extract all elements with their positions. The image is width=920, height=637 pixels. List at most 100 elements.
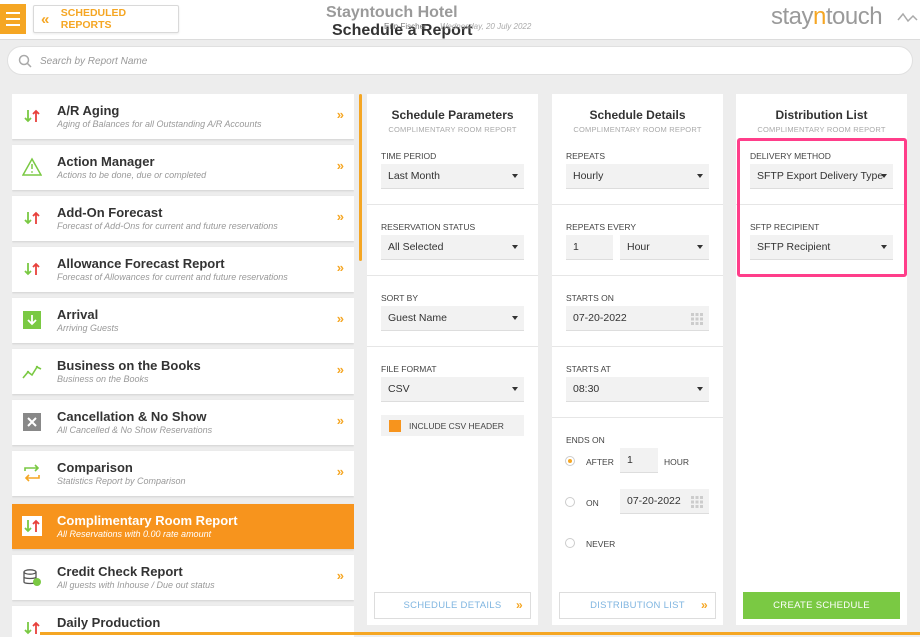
panel-title: Distribution List <box>775 108 868 122</box>
report-name: Daily Production <box>57 615 161 630</box>
report-name: Action Manager <box>57 154 155 169</box>
double-chevron-right-icon: » <box>336 209 344 224</box>
sort-by-label: SORT BY <box>381 293 419 303</box>
ends-after-radio[interactable] <box>565 456 575 466</box>
reservation-status-select[interactable]: All Selected <box>381 235 524 260</box>
ends-on-date-input[interactable]: 07-20-2022 <box>620 489 709 514</box>
report-item-allowance-forecast[interactable]: Allowance Forecast Report Forecast of Al… <box>12 247 354 292</box>
trend-chart-icon <box>22 365 42 379</box>
starts-at-select[interactable]: 08:30 <box>566 377 709 402</box>
up-down-arrows-icon <box>24 109 40 123</box>
warning-triangle-icon <box>22 157 42 176</box>
repeats-label: REPEATS <box>566 151 606 161</box>
report-name: Business on the Books <box>57 358 201 373</box>
report-item-comparison[interactable]: Comparison Statistics Report by Comparis… <box>12 451 354 496</box>
report-item-cancellation-no-show[interactable]: Cancellation & No Show All Cancelled & N… <box>12 400 354 445</box>
report-item-business-on-the-books[interactable]: Business on the Books Business on the Bo… <box>12 349 354 394</box>
report-desc: Actions to be done, due or completed <box>57 170 207 180</box>
file-format-select[interactable]: CSV <box>381 377 524 402</box>
business-date: Wednesday, 20 July 2022 <box>440 22 532 31</box>
create-schedule-button[interactable]: CREATE SCHEDULE <box>743 592 900 619</box>
schedule-parameters-panel: Schedule Parameters COMPLIMENTARY ROOM R… <box>367 94 538 625</box>
double-chevron-right-icon: » <box>336 158 344 173</box>
starts-on-date-input[interactable]: 07-20-2022 <box>566 306 709 331</box>
panel-title: Schedule Details <box>589 108 686 122</box>
repeats-select[interactable]: Hourly <box>566 164 709 189</box>
double-chevron-right-icon: » <box>336 413 344 428</box>
never-label: NEVER <box>586 539 616 549</box>
report-item-ar-aging[interactable]: A/R Aging Aging of Balances for all Outs… <box>12 94 354 139</box>
highlight-box <box>737 138 907 277</box>
back-button[interactable]: « SCHEDULED REPORTS <box>33 5 179 33</box>
sort-by-select[interactable]: Guest Name <box>381 306 524 331</box>
double-chevron-right-icon: » <box>336 311 344 326</box>
back-button-label: SCHEDULED REPORTS <box>60 7 127 31</box>
report-item-add-on-forecast[interactable]: Add-On Forecast Forecast of Add-Ons for … <box>12 196 354 241</box>
repeats-every-unit-select[interactable]: Hour <box>620 235 709 260</box>
caret-down-icon <box>512 245 518 249</box>
report-desc: Business on the Books <box>57 374 149 384</box>
report-name: Allowance Forecast Report <box>57 256 225 271</box>
report-desc: All Cancelled & No Show Reservations <box>57 425 213 435</box>
repeats-every-input[interactable]: 1 <box>566 235 613 260</box>
report-item-action-manager[interactable]: Action Manager Actions to be done, due o… <box>12 145 354 190</box>
caret-down-icon <box>512 387 518 391</box>
logo: stayntouch <box>771 3 883 30</box>
caret-down-icon <box>697 387 703 391</box>
list-scrollbar[interactable] <box>359 94 362 261</box>
panel-title: Schedule Parameters <box>391 108 514 122</box>
panel-subtitle: COMPLIMENTARY ROOM REPORT <box>757 125 886 134</box>
after-unit-label: HOUR <box>664 457 690 467</box>
schedule-details-panel: Schedule Details COMPLIMENTARY ROOM REPO… <box>552 94 723 625</box>
up-down-arrows-icon <box>24 211 40 225</box>
report-item-credit-check[interactable]: Credit Check Report All guests with Inho… <box>12 555 354 600</box>
ends-on-label: ENDS ON <box>566 435 605 445</box>
double-chevron-right-icon: » <box>516 598 523 612</box>
caret-down-icon <box>697 174 703 178</box>
caret-down-icon <box>512 174 518 178</box>
double-chevron-right-icon: » <box>336 568 344 583</box>
include-csv-header-checkbox[interactable]: INCLUDE CSV HEADER <box>381 415 524 436</box>
file-format-label: FILE FORMAT <box>381 364 437 374</box>
user-name: Erin Fischer <box>384 22 427 31</box>
distribution-list-button[interactable]: DISTRIBUTION LIST» <box>559 592 716 619</box>
double-chevron-right-icon: » <box>336 260 344 275</box>
time-period-select[interactable]: Last Month <box>381 164 524 189</box>
panel-subtitle: COMPLIMENTARY ROOM REPORT <box>388 125 517 134</box>
up-down-arrows-icon <box>24 621 40 635</box>
search-input[interactable] <box>40 52 640 70</box>
starts-on-label: STARTS ON <box>566 293 614 303</box>
report-name: A/R Aging <box>57 103 120 118</box>
double-chevron-right-icon: » <box>336 362 344 377</box>
report-desc: Forecast of Allowances for current and f… <box>57 272 288 282</box>
report-item-complimentary-room[interactable]: Complimentary Room Report All Reservatio… <box>12 504 354 549</box>
ends-on-radio[interactable] <box>565 497 575 507</box>
top-bar: « SCHEDULED REPORTS Stayntouch Hotel Sch… <box>0 0 920 40</box>
report-desc: Aging of Balances for all Outstanding A/… <box>57 119 262 129</box>
report-name: Cancellation & No Show <box>57 409 207 424</box>
double-chevron-right-icon: » <box>336 107 344 122</box>
reservation-status-label: RESERVATION STATUS <box>381 222 476 232</box>
double-chevron-right-icon: » <box>701 598 708 612</box>
coins-icon <box>23 569 41 586</box>
time-period-label: TIME PERIOD <box>381 151 437 161</box>
schedule-details-button[interactable]: SCHEDULE DETAILS» <box>374 592 531 619</box>
on-label: ON <box>586 498 599 508</box>
ends-after-input[interactable]: 1 <box>620 448 658 473</box>
report-desc: All guests with Inhouse / Due out status <box>57 580 215 590</box>
report-desc: All Reservations with 0.00 rate amount <box>57 529 212 539</box>
checkbox-checked-icon <box>389 419 401 432</box>
report-name: Add-On Forecast <box>57 205 163 220</box>
report-item-arrival[interactable]: Arrival Arriving Guests » <box>12 298 354 343</box>
menu-icon[interactable] <box>0 4 26 34</box>
calendar-icon <box>691 313 703 325</box>
up-down-arrows-icon <box>24 262 40 276</box>
report-list: A/R Aging Aging of Balances for all Outs… <box>12 94 354 637</box>
report-name: Arrival <box>57 307 99 322</box>
ends-never-radio[interactable] <box>565 538 575 548</box>
arrival-down-arrow-icon <box>23 311 41 329</box>
caret-down-icon <box>512 316 518 320</box>
double-chevron-right-icon: » <box>336 464 344 479</box>
search-icon <box>18 54 32 68</box>
up-down-arrows-icon <box>22 516 42 536</box>
